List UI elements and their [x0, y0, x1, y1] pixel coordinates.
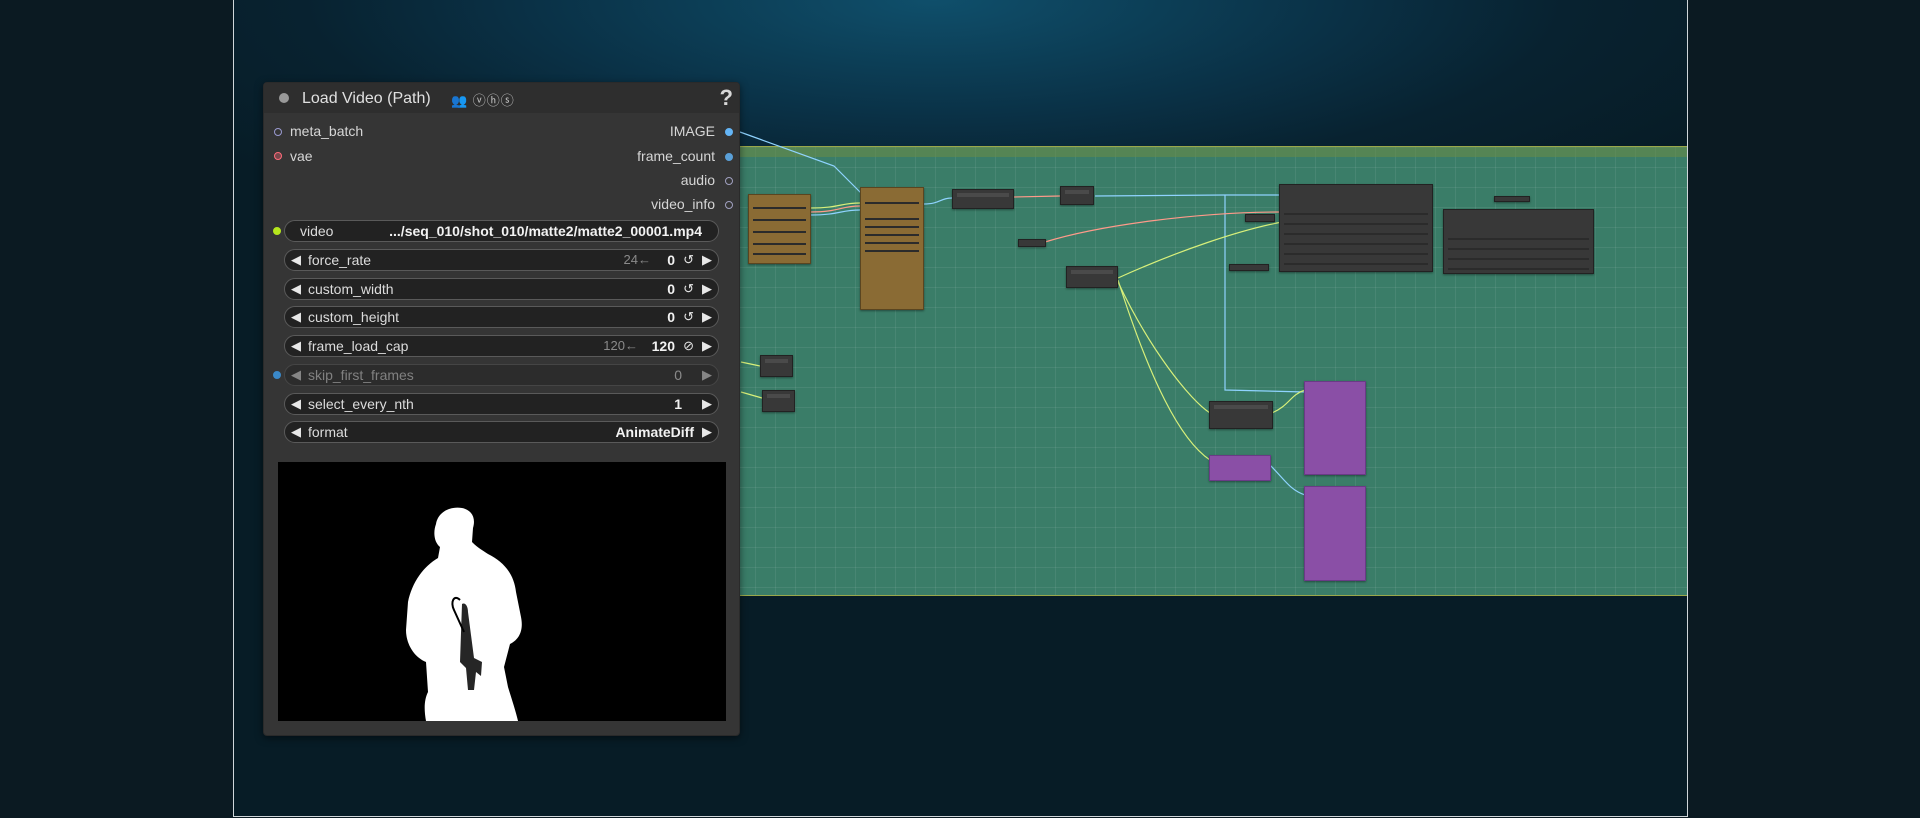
increment-icon[interactable]: ▶ [702, 252, 712, 268]
custom-height-widget[interactable]: ◀ custom_height 0 ↺ ▶ [284, 306, 719, 328]
frame-load-cap-label: frame_load_cap [308, 338, 409, 354]
decrement-icon[interactable]: ◀ [291, 252, 301, 268]
custom-width-value[interactable]: 0 [667, 281, 675, 297]
disable-icon[interactable]: ⊘ [683, 338, 694, 354]
reset-icon[interactable]: ↺ [683, 252, 694, 268]
output-frame-count: frame_count [637, 148, 715, 164]
mini-node[interactable] [1018, 239, 1046, 247]
output-slot-icon[interactable] [725, 177, 733, 185]
mini-node[interactable] [1060, 186, 1094, 205]
increment-icon[interactable]: ▶ [702, 338, 712, 354]
format-widget[interactable]: ◀ format AnimateDiff ▶ [284, 421, 719, 443]
reset-icon[interactable]: ↺ [683, 309, 694, 325]
select-every-nth-value[interactable]: 1 [674, 396, 682, 412]
decrement-icon[interactable]: ◀ [291, 367, 301, 383]
select-every-nth-widget[interactable]: ◀ select_every_nth 1 ▶ [284, 393, 719, 415]
output-slot-icon[interactable] [725, 201, 733, 209]
mini-node-gold[interactable] [748, 194, 811, 264]
output-slot-icon[interactable] [725, 128, 733, 136]
mini-node-large[interactable] [1443, 209, 1594, 274]
force-rate-label: force_rate [308, 252, 372, 268]
output-image: IMAGE [669, 123, 715, 139]
frame-load-cap-widget[interactable]: ◀ frame_load_cap 120← 120 ⊘ ▶ [284, 335, 719, 357]
decrement-icon[interactable]: ◀ [291, 424, 301, 440]
collapse-dot-icon[interactable] [279, 93, 289, 103]
node-title: Load Video (Path) [302, 90, 431, 107]
increment-icon[interactable]: ▶ [702, 396, 712, 412]
load-video-node[interactable]: Load Video (Path) 👥 ⓥⓗⓢ ? meta_batch vae… [263, 82, 740, 736]
increment-icon[interactable]: ▶ [702, 367, 712, 383]
decrement-icon[interactable]: ◀ [291, 309, 301, 325]
mini-node[interactable] [760, 355, 793, 377]
input-meta-batch: meta_batch [290, 123, 364, 139]
format-value[interactable]: AnimateDiff [615, 424, 694, 440]
mini-node[interactable] [1245, 214, 1275, 222]
mini-node-purple[interactable] [1304, 486, 1366, 581]
mini-node[interactable] [1209, 401, 1273, 429]
decrement-icon[interactable]: ◀ [291, 396, 301, 412]
skip-first-frames-label: skip_first_frames [308, 367, 414, 383]
video-label: video [300, 223, 334, 239]
output-slot-icon[interactable] [725, 153, 733, 161]
video-preview[interactable] [278, 462, 726, 721]
format-label: format [308, 424, 348, 440]
output-audio: audio [680, 172, 715, 188]
force-rate-default: 24← [623, 252, 651, 267]
node-header[interactable]: Load Video (Path) 👥 ⓥⓗⓢ ? [264, 83, 739, 113]
video-path-widget[interactable]: video .../seq_010/shot_010/matte2/matte2… [284, 220, 719, 242]
input-vae: vae [290, 148, 313, 164]
force-rate-widget[interactable]: ◀ force_rate 24← 0 ↺ ▶ [284, 249, 719, 271]
select-every-nth-label: select_every_nth [308, 396, 414, 412]
mini-node-large[interactable] [1279, 184, 1433, 272]
custom-height-label: custom_height [308, 309, 400, 325]
custom-height-value[interactable]: 0 [667, 309, 675, 325]
decrement-icon[interactable]: ◀ [291, 281, 301, 297]
output-video-info: video_info [651, 196, 715, 212]
badge-icons: 👥 ⓥⓗⓢ [451, 93, 515, 108]
increment-icon[interactable]: ▶ [702, 309, 712, 325]
input-slot-icon[interactable] [273, 371, 281, 379]
matte-silhouette [406, 507, 522, 721]
force-rate-value[interactable]: 0 [667, 252, 675, 268]
video-path-value[interactable]: .../seq_010/shot_010/matte2/matte2_00001… [389, 223, 702, 239]
group-header[interactable] [735, 147, 1687, 157]
increment-icon[interactable]: ▶ [702, 424, 712, 440]
input-slot-icon[interactable] [274, 152, 282, 160]
frame-load-cap-default: 120← [603, 338, 638, 353]
mini-node[interactable] [1494, 196, 1530, 202]
mini-node-purple[interactable] [1209, 455, 1271, 481]
frame-load-cap-value[interactable]: 120 [652, 338, 675, 354]
skip-first-frames-widget[interactable]: ◀ skip_first_frames 0 ▶ [284, 364, 719, 386]
increment-icon[interactable]: ▶ [702, 281, 712, 297]
mini-node[interactable] [1066, 266, 1118, 288]
reset-icon[interactable]: ↺ [683, 281, 694, 297]
custom-width-widget[interactable]: ◀ custom_width 0 ↺ ▶ [284, 278, 719, 300]
mini-node[interactable] [952, 189, 1014, 209]
custom-width-label: custom_width [308, 281, 394, 297]
mini-node-purple[interactable] [1304, 381, 1366, 475]
background: Load Video (Path) 👥 ⓥⓗⓢ ? meta_batch vae… [0, 0, 1920, 818]
help-icon[interactable]: ? [720, 85, 733, 111]
mini-node[interactable] [762, 390, 795, 412]
skip-first-frames-value[interactable]: 0 [674, 367, 682, 383]
mini-node[interactable] [1229, 264, 1269, 271]
input-slot-icon[interactable] [274, 128, 282, 136]
mini-node-gold[interactable] [860, 187, 924, 310]
decrement-icon[interactable]: ◀ [291, 338, 301, 354]
video-slot-icon[interactable] [273, 227, 281, 235]
